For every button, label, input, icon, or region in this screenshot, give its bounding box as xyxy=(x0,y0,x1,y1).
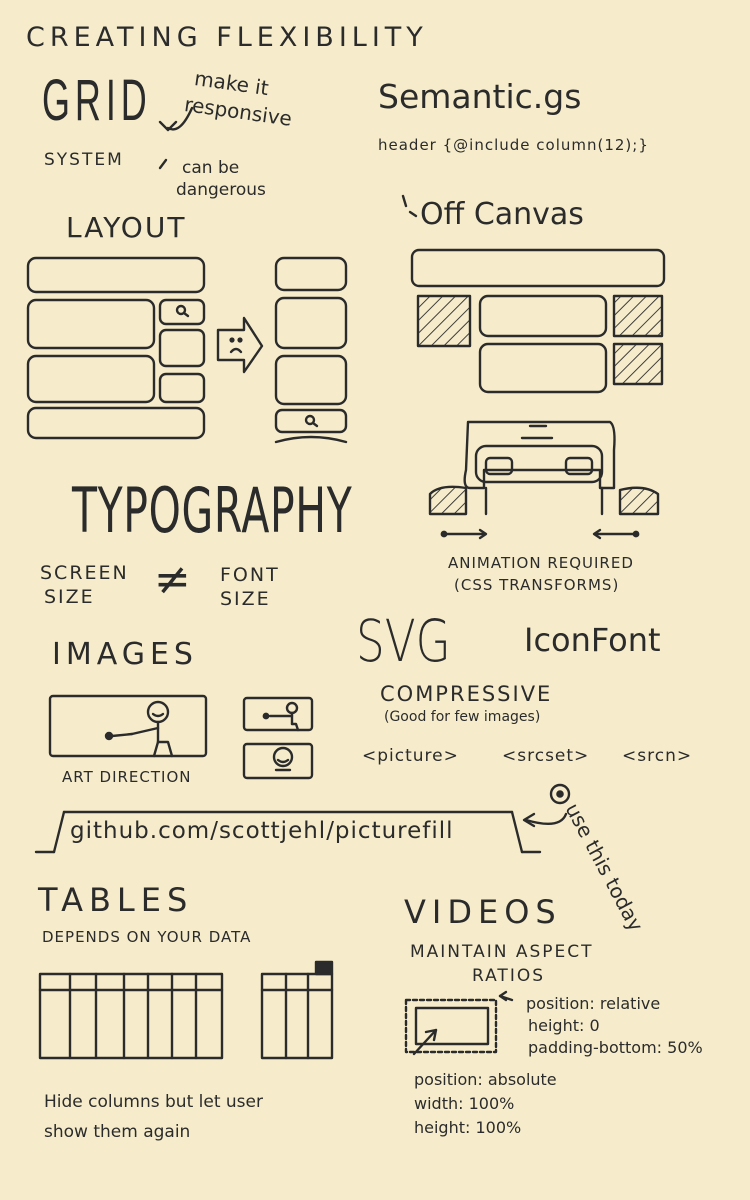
sketch-drawings xyxy=(0,0,750,1200)
semantic-code: header {@include column(12);} xyxy=(378,136,649,154)
videos-subheading-2: RATIOS xyxy=(472,966,546,986)
layout-mobile-wireframe xyxy=(276,258,346,442)
offcanvas-heading: Off Canvas xyxy=(420,197,584,232)
videos-outer-3: padding-bottom: 50% xyxy=(528,1038,703,1057)
videos-outer-2: height: 0 xyxy=(528,1016,600,1035)
art-direction-caption: ART DIRECTION xyxy=(62,768,192,786)
sad-arrow-icon xyxy=(218,318,262,372)
picturefill-link[interactable]: github.com/scottjehl/picturefill xyxy=(70,820,454,843)
tables-heading: TABLES xyxy=(38,881,194,919)
tag-srcn: <srcn> xyxy=(622,746,693,766)
compressive-note: (Good for few images) xyxy=(384,709,541,725)
use-this-arrow-icon xyxy=(524,785,569,826)
layout-desktop-wireframe xyxy=(28,258,204,438)
grid-note-danger-2: dangerous xyxy=(176,180,266,200)
typography-screen: SCREEN xyxy=(40,562,129,584)
grid-note-danger-1: can be xyxy=(182,158,240,178)
offcanvas-animation-1: ANIMATION REQUIRED xyxy=(448,554,634,572)
tables-caption-2: show them again xyxy=(44,1122,191,1142)
layout-heading: LAYOUT xyxy=(66,211,187,244)
videos-inner-3: height: 100% xyxy=(414,1118,522,1137)
table-wide-drawing xyxy=(40,974,222,1058)
table-narrow-drawing xyxy=(262,962,332,1058)
tag-srcset: <srcset> xyxy=(502,746,590,766)
tables-subheading: DEPENDS ON YOUR DATA xyxy=(42,928,252,946)
iconfont-heading: IconFont xyxy=(524,621,661,659)
svg-heading: SVG xyxy=(356,607,451,675)
grid-subheading: SYSTEM xyxy=(44,150,124,170)
typography-font-size: SIZE xyxy=(220,588,271,610)
tag-picture: <picture> xyxy=(362,746,459,766)
typography-screen-size: SIZE xyxy=(44,586,95,608)
semantic-heading: Semantic.gs xyxy=(378,77,582,116)
videos-subheading-1: MAINTAIN ASPECT xyxy=(410,942,594,962)
aspect-ratio-drawing xyxy=(406,992,512,1054)
offcanvas-animation-2: (CSS TRANSFORMS) xyxy=(454,576,620,594)
videos-outer-1: position: relative xyxy=(526,994,661,1013)
offcanvas-device-drawing xyxy=(430,422,658,538)
videos-inner-1: position: absolute xyxy=(414,1070,557,1089)
tables-caption-1: Hide columns but let user xyxy=(44,1092,263,1112)
grid-heading: GRID xyxy=(42,68,152,133)
typography-font: FONT xyxy=(220,564,280,586)
compressive-heading: COMPRESSIVE xyxy=(380,682,553,706)
videos-inner-2: width: 100% xyxy=(414,1094,515,1113)
not-equal-icon: ≠ xyxy=(154,554,191,605)
art-direction-drawings xyxy=(50,696,312,778)
videos-heading: VIDEOS xyxy=(404,893,562,931)
page-title: CREATING FLEXIBILITY xyxy=(26,22,428,53)
typography-heading: TYPOGRAPHY xyxy=(72,474,353,547)
images-heading: IMAGES xyxy=(52,637,198,672)
